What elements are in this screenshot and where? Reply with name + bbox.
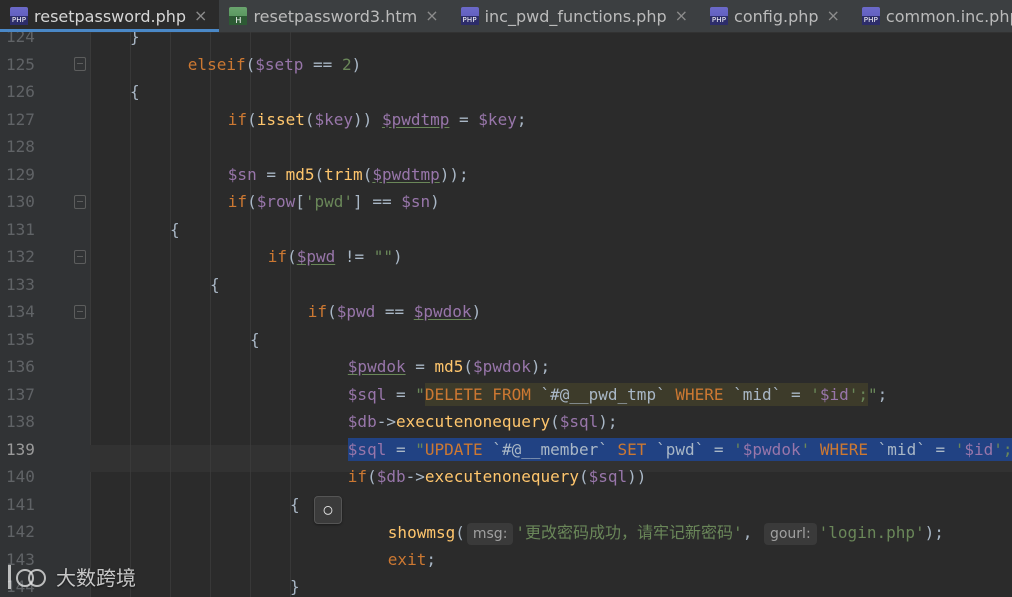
line-number: 131: [6, 219, 35, 239]
line-number: 129: [6, 164, 35, 184]
code-line[interactable]: 129 $sn = md5(trim($pwdtmp));: [0, 161, 1012, 189]
line-number: 135: [6, 329, 35, 349]
code-line[interactable]: 132 if($pwd != ""): [0, 243, 1012, 271]
line-code: {: [250, 329, 260, 349]
fold-toggle[interactable]: [74, 304, 86, 319]
line-number: 134: [6, 302, 35, 322]
close-icon[interactable]: ×: [675, 8, 688, 24]
close-icon[interactable]: ×: [827, 8, 840, 24]
line-number: 136: [6, 357, 35, 377]
tab-label: config.php: [734, 6, 819, 26]
php-file-icon: [861, 7, 880, 25]
tab-label: resetpassword.php: [34, 6, 187, 26]
code-line[interactable]: 142 showmsg(msg: '更改密码成功，请牢记新密码', gourl: '…: [0, 518, 1012, 546]
tab-label: common.inc.php: [885, 6, 1012, 26]
html-file-icon: [229, 7, 248, 25]
line-number: 144: [6, 577, 35, 597]
code-line[interactable]: 128: [0, 133, 1012, 161]
param-hint-msg: msg:: [466, 522, 514, 545]
close-icon[interactable]: ×: [425, 8, 438, 24]
code-line[interactable]: 140 if($db->executenonequery($sql)): [0, 463, 1012, 491]
line-code: {: [130, 82, 140, 102]
fold-toggle[interactable]: [74, 57, 86, 72]
line-number: 142: [6, 522, 35, 542]
line-number: 128: [6, 137, 35, 157]
php-file-icon: [460, 7, 479, 25]
php-file-icon: [10, 7, 28, 25]
php-file-icon: [710, 7, 729, 25]
line-number: 137: [6, 384, 35, 404]
code-line[interactable]: 127 if(isset($key)) $pwdtmp = $key;: [0, 106, 1012, 134]
line-number: 130: [6, 192, 35, 212]
line-number: 127: [6, 109, 35, 129]
code-line[interactable]: 134 if($pwd == $pwdok): [0, 298, 1012, 326]
editor-tabs: resetpassword.php × resetpassword3.htm ×…: [0, 0, 1012, 33]
line-number: 125: [6, 54, 35, 74]
fold-toggle[interactable]: [74, 194, 86, 209]
param-hint-gourl: gourl:: [763, 522, 817, 545]
tab-label: resetpassword3.htm: [253, 6, 418, 26]
line-number: 132: [6, 247, 35, 267]
tab-resetpassword-php[interactable]: resetpassword.php ×: [0, 0, 220, 32]
line-number: 126: [6, 82, 35, 102]
close-icon[interactable]: ×: [194, 8, 207, 24]
code-line[interactable]: 133 {: [0, 271, 1012, 299]
line-number: 138: [6, 412, 35, 432]
tab-inc-pwd-functions-php[interactable]: inc_pwd_functions.php ×: [451, 0, 700, 32]
line-code: }: [290, 577, 300, 597]
line-number: 140: [6, 467, 35, 487]
fold-toggle[interactable]: [74, 249, 86, 264]
code-line[interactable]: 131 {: [0, 216, 1012, 244]
tab-common-inc-php[interactable]: common.inc.php ×: [852, 0, 1012, 32]
line-number: 143: [6, 549, 35, 569]
code-line[interactable]: 143 exit;: [0, 546, 1012, 574]
line-number: 139: [6, 439, 35, 459]
code-line[interactable]: 144 }: [0, 573, 1012, 597]
line-code: {: [170, 219, 180, 239]
line-number: 133: [6, 274, 35, 294]
code-line[interactable]: 130 if($row['pwd'] == $sn): [0, 188, 1012, 216]
line-code: {: [290, 494, 300, 514]
line-number: 141: [6, 494, 35, 514]
tab-resetpassword3-htm[interactable]: resetpassword3.htm ×: [219, 0, 450, 32]
tab-label: inc_pwd_functions.php: [484, 6, 667, 26]
code-line[interactable]: 125 elseif($setp == 2): [0, 51, 1012, 79]
line-number: 124: [6, 32, 35, 47]
code-editor[interactable]: 124 } 125 elseif($setp == 2) 126 { 127 i…: [0, 32, 1012, 597]
tab-config-php[interactable]: config.php ×: [700, 0, 852, 32]
line-code: {: [210, 274, 220, 294]
